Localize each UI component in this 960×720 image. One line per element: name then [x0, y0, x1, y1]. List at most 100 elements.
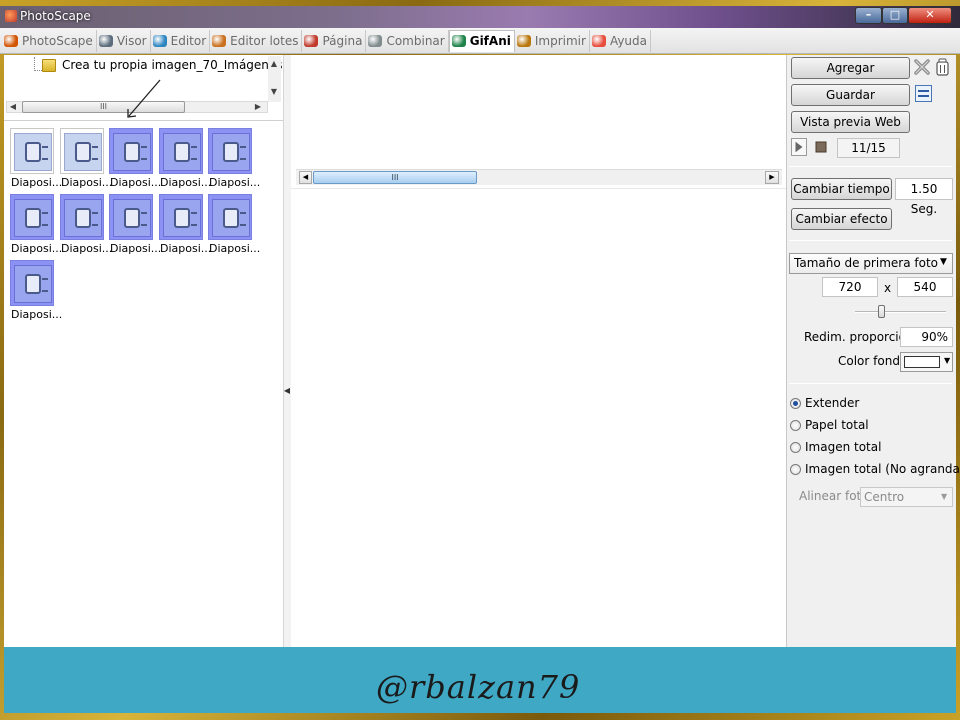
thumbnail[interactable]	[208, 194, 252, 240]
frame-strip-area	[296, 55, 782, 168]
annotation-arrow-icon	[127, 79, 161, 118]
add-button[interactable]: Agregar	[791, 57, 910, 79]
tab-editor-lotes[interactable]: Editor lotes	[210, 29, 303, 52]
thumbnail-caption: Diaposi...	[11, 176, 63, 189]
fit-mode-label[interactable]: Imagen total	[805, 440, 881, 454]
slide-preview-icon	[212, 133, 250, 171]
fit-mode-label[interactable]: Papel total	[805, 418, 869, 432]
scrollbar-thumb[interactable]: III	[313, 171, 477, 184]
divider	[789, 383, 952, 384]
tab-label: Imprimir	[534, 33, 586, 48]
help-icon	[591, 34, 606, 47]
maximize-button[interactable]: □	[882, 7, 908, 24]
dropdown-arrow-icon: ▼	[941, 492, 948, 501]
fit-mode-label[interactable]: Extender	[805, 396, 859, 410]
scroll-up-arrow-icon[interactable]: ▲	[268, 58, 280, 70]
scroll-left-arrow-icon[interactable]: ◀	[7, 101, 19, 113]
remove-x-icon[interactable]	[914, 59, 930, 75]
tab-label: PhotoScape	[22, 33, 93, 48]
tree-vertical-scrollbar[interactable]: ▲ ▼	[268, 56, 281, 102]
scroll-right-arrow-icon[interactable]: ▶	[765, 171, 779, 184]
resize-ratio-field[interactable]: 90%	[900, 327, 953, 347]
thumbnail[interactable]	[159, 194, 203, 240]
height-field[interactable]: 540	[897, 277, 953, 297]
tab-label: Visor	[116, 33, 147, 48]
slide-preview-icon	[113, 133, 151, 171]
tab-label: Ayuda	[609, 33, 648, 48]
thumbnail[interactable]	[10, 260, 54, 306]
slide-preview-icon	[163, 133, 201, 171]
scroll-right-arrow-icon[interactable]: ▶	[252, 101, 264, 113]
thumbnail[interactable]	[208, 128, 252, 174]
frame-counter: 11/15	[837, 138, 900, 158]
divider	[789, 240, 952, 241]
tab-visor[interactable]: Visor	[97, 29, 151, 52]
thumbnail[interactable]	[159, 128, 203, 174]
frame-time-field[interactable]: 1.50 Seg.	[895, 178, 953, 216]
batch-editor-icon	[212, 34, 227, 47]
photoscape-app-icon	[5, 10, 17, 22]
size-slider-handle[interactable]	[878, 305, 885, 318]
thumbnail[interactable]	[109, 194, 153, 240]
tab-combinar[interactable]: Combinar	[366, 29, 449, 52]
thumbnail[interactable]	[10, 194, 54, 240]
combine-icon	[368, 34, 383, 47]
slide-preview-icon	[14, 199, 52, 237]
close-button[interactable]: ✕	[908, 7, 952, 24]
align-photo-select[interactable]: Centro ▼	[860, 487, 953, 507]
stop-icon	[815, 141, 827, 153]
thumbnail[interactable]	[10, 128, 54, 174]
slide-preview-icon	[64, 199, 102, 237]
scroll-down-arrow-icon[interactable]: ▼	[268, 86, 280, 98]
scroll-left-arrow-icon[interactable]: ◀	[299, 171, 312, 184]
tab-photoscape[interactable]: PhotoScape	[2, 29, 97, 52]
web-preview-button[interactable]: Vista previa Web	[791, 111, 910, 133]
slide-preview-icon	[14, 133, 52, 171]
slide-preview-icon	[14, 265, 52, 303]
size-slider-track[interactable]	[855, 311, 946, 313]
tab-label: Editor lotes	[230, 33, 299, 48]
panel-splitter[interactable]	[283, 55, 291, 647]
stop-button[interactable]	[813, 139, 829, 155]
background-color-picker[interactable]: ▼	[900, 352, 953, 372]
tab-imprimir[interactable]: Imprimir	[515, 29, 590, 52]
thumbnail[interactable]	[109, 128, 153, 174]
tab-ayuda[interactable]: Ayuda	[590, 29, 652, 52]
thumbnail-caption: Diaposi...	[209, 176, 261, 189]
viewer-icon	[98, 34, 113, 47]
tab-gifani[interactable]: GifAni	[448, 29, 515, 52]
title-bar	[0, 6, 960, 28]
play-icon	[795, 141, 803, 153]
width-field[interactable]: 720	[822, 277, 878, 297]
page-icon	[304, 34, 319, 47]
author-watermark: @rbalzan79	[376, 668, 581, 706]
dropdown-arrow-icon: ▼	[940, 257, 947, 267]
fit-mode-radio[interactable]	[790, 420, 801, 431]
fit-mode-radio[interactable]	[790, 398, 801, 409]
tab-editor[interactable]: Editor	[151, 29, 211, 52]
editor-icon	[152, 34, 167, 47]
change-time-button[interactable]: Cambiar tiempo	[791, 178, 892, 200]
trash-icon[interactable]	[935, 58, 950, 76]
play-button[interactable]	[791, 138, 807, 156]
change-effect-button[interactable]: Cambiar efecto	[791, 208, 892, 230]
fit-mode-label[interactable]: Imagen total (No agrandada)	[805, 462, 960, 476]
collapse-arrow-icon[interactable]: ◀	[283, 386, 291, 398]
thumbnail-caption: Diaposi...	[110, 242, 162, 255]
gifani-icon	[451, 35, 466, 47]
dimension-separator: x	[884, 281, 892, 295]
minimize-button[interactable]: –	[855, 7, 882, 24]
tree-folder-item[interactable]: Crea tu propia imagen_70_Imágenes	[62, 58, 283, 72]
thumbnail[interactable]	[60, 128, 104, 174]
size-mode-select[interactable]: Tamaño de primera foto ▼	[789, 253, 953, 274]
thumbnail-caption: Diaposi...	[160, 176, 212, 189]
thumbnail-caption: Diaposi...	[209, 242, 261, 255]
tab-pagina[interactable]: Página	[302, 29, 367, 52]
slide-preview-icon	[163, 199, 201, 237]
tree-connector	[34, 70, 42, 71]
fit-mode-radio[interactable]	[790, 464, 801, 475]
list-menu-icon[interactable]	[915, 85, 932, 102]
save-button[interactable]: Guardar	[791, 84, 910, 106]
fit-mode-radio[interactable]	[790, 442, 801, 453]
thumbnail[interactable]	[60, 194, 104, 240]
